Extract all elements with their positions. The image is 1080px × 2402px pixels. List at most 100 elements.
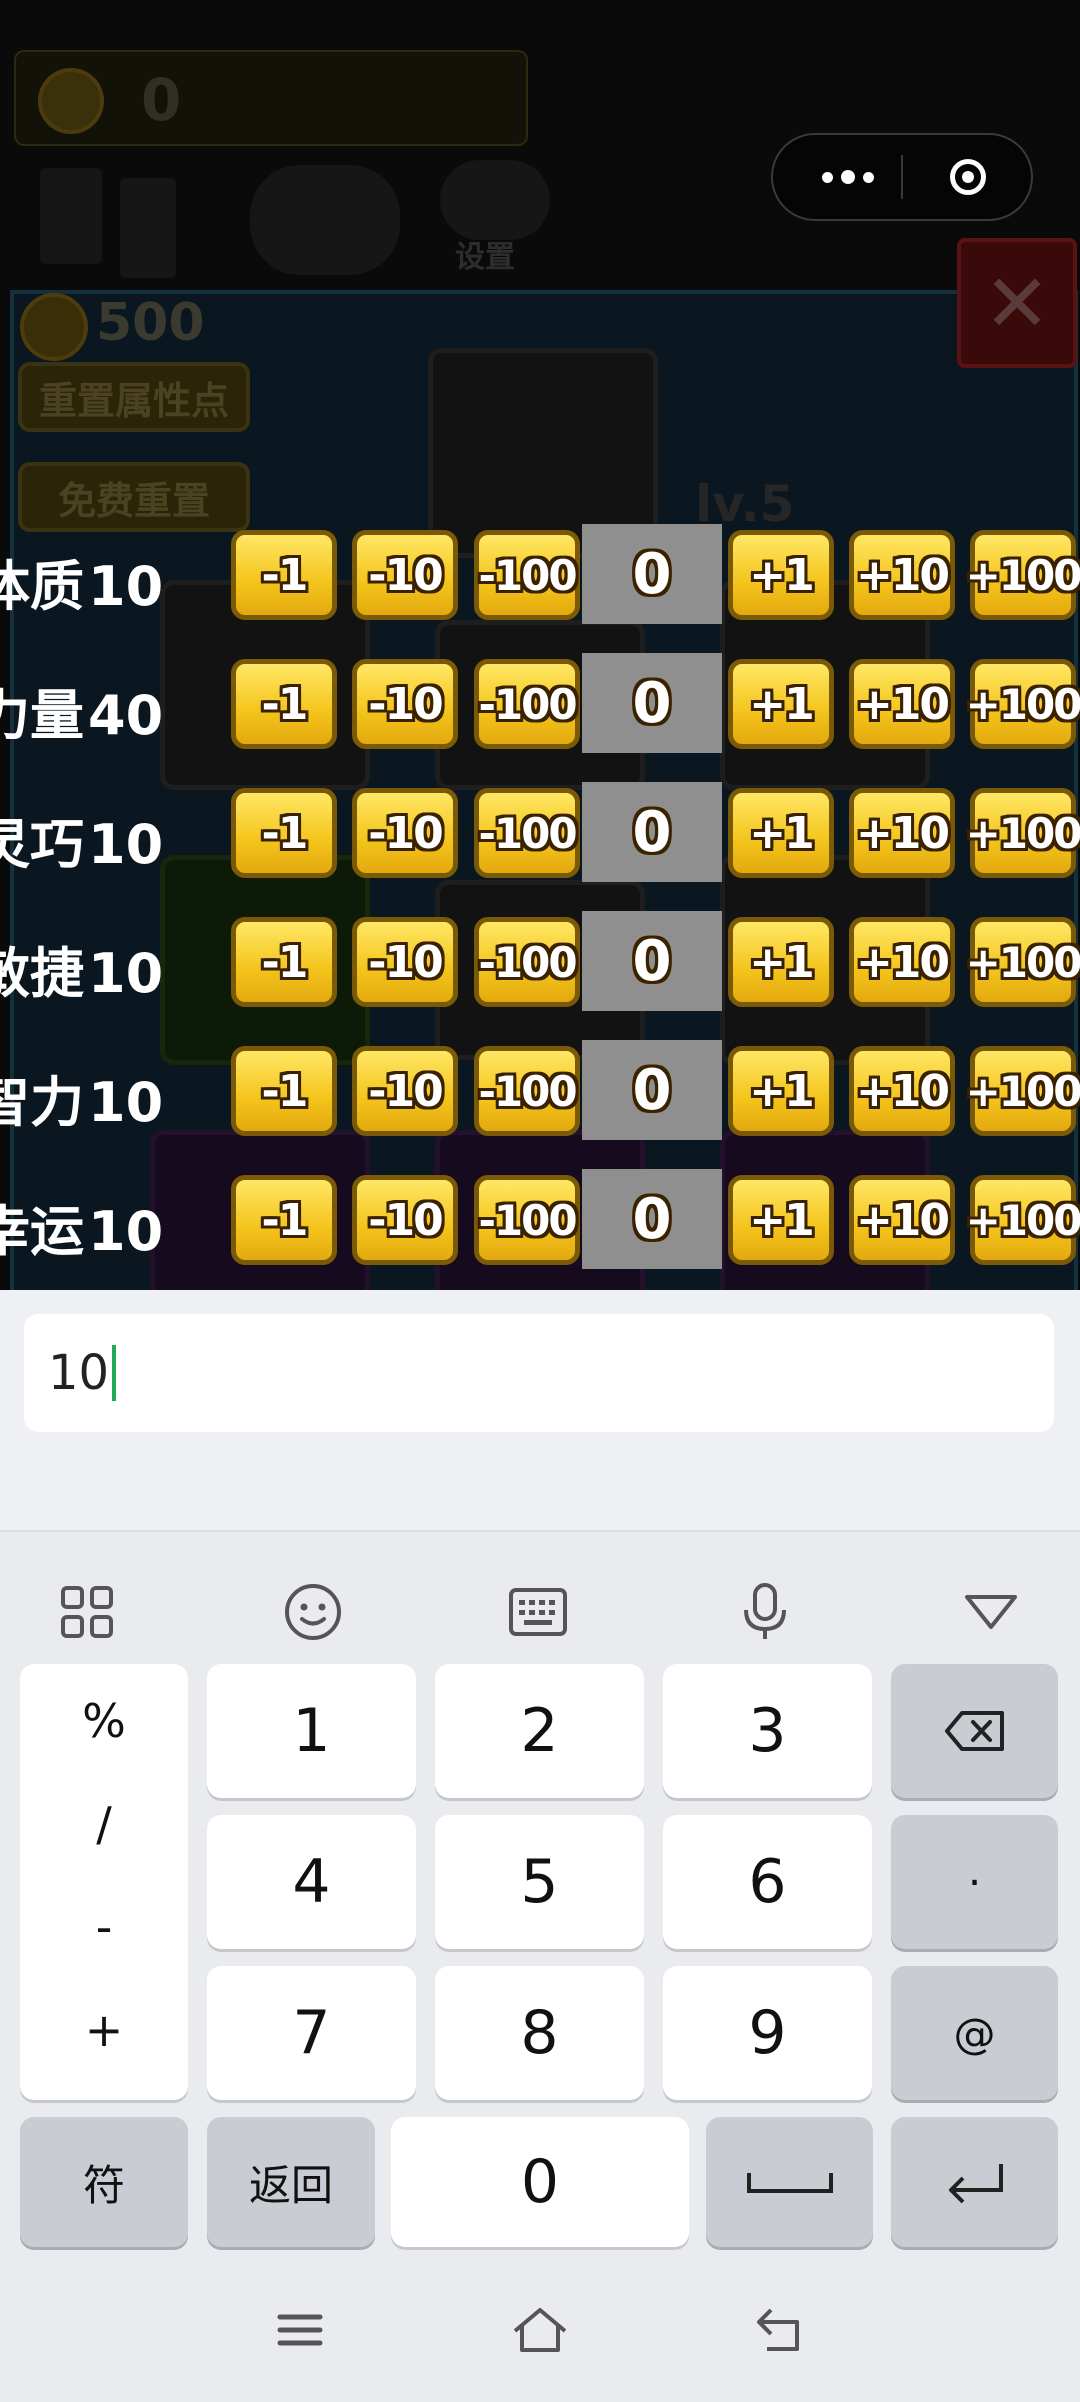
- input-area: 10: [0, 1290, 1080, 1530]
- minus-10-button[interactable]: -10: [352, 659, 458, 749]
- more-button[interactable]: [803, 135, 893, 219]
- stat-label: 灵巧10: [0, 813, 164, 876]
- backspace-key[interactable]: [891, 1664, 1058, 1798]
- minus-key[interactable]: -: [20, 1900, 188, 1954]
- reset-attr-button[interactable]: 重置属性点: [18, 362, 250, 432]
- minus-100-button[interactable]: -100: [474, 530, 580, 620]
- game-area: 0 设置 ✕ 500 重置属性点 免费重置 lv.5 体质10 -1 -10 -…: [0, 0, 1080, 1290]
- plus-1-button[interactable]: +1: [728, 917, 834, 1007]
- stat-label: 体质10: [0, 555, 164, 618]
- back-icon: [757, 2308, 799, 2351]
- stat-label: 幸运10: [0, 1200, 164, 1263]
- plus-1-button[interactable]: +1: [728, 1175, 834, 1265]
- plus-1-button[interactable]: +1: [728, 659, 834, 749]
- plus-10-button[interactable]: +10: [849, 917, 955, 1007]
- dot-key[interactable]: ·: [891, 1815, 1058, 1949]
- minus-100-button[interactable]: -100: [474, 659, 580, 749]
- panel-coin-count: 500: [96, 293, 205, 353]
- stat-input-value[interactable]: 0: [582, 1040, 722, 1140]
- minus-1-button[interactable]: -1: [231, 659, 337, 749]
- stat-label: 力量40: [0, 684, 164, 747]
- smiley-icon: [285, 1584, 341, 1640]
- minus-1-button[interactable]: -1: [231, 1175, 337, 1265]
- plus-100-button[interactable]: +100: [966, 1175, 1080, 1265]
- plus-100-button[interactable]: +100: [966, 1046, 1080, 1136]
- triangle-down-icon: [965, 1595, 1017, 1629]
- minus-1-button[interactable]: -1: [231, 530, 337, 620]
- minus-1-button[interactable]: -1: [231, 788, 337, 878]
- plus-100-button[interactable]: +100: [966, 659, 1080, 749]
- plus-10-button[interactable]: +10: [849, 1046, 955, 1136]
- plus-100-button[interactable]: +100: [966, 530, 1080, 620]
- plus-1-button[interactable]: +1: [728, 1046, 834, 1136]
- plus-100-button[interactable]: +100: [966, 788, 1080, 878]
- plus-10-button[interactable]: +10: [849, 788, 955, 878]
- keyboard-switch-button[interactable]: [483, 1562, 593, 1662]
- plus-key[interactable]: +: [20, 2003, 188, 2057]
- stat-input-value[interactable]: 0: [582, 782, 722, 882]
- stat-input-value[interactable]: 0: [582, 911, 722, 1011]
- percent-key[interactable]: %: [20, 1694, 188, 1748]
- stat-input-value[interactable]: 0: [582, 524, 722, 624]
- key-2[interactable]: 2: [435, 1664, 644, 1798]
- stat-input-value[interactable]: 0: [582, 1169, 722, 1269]
- key-4[interactable]: 4: [207, 1815, 416, 1949]
- panel-close-button[interactable]: ✕: [957, 238, 1077, 368]
- stat-row-luck: 幸运10 -1 -10 -100 0 +1 +10 +100: [0, 1169, 1080, 1269]
- return-key[interactable]: 返回: [207, 2117, 375, 2247]
- stat-label: 敏捷10: [0, 942, 164, 1005]
- minus-100-button[interactable]: -100: [474, 1175, 580, 1265]
- space-key[interactable]: [706, 2117, 873, 2247]
- stat-input-value[interactable]: 0: [582, 653, 722, 753]
- enter-key[interactable]: [891, 2117, 1058, 2247]
- home-nav-button[interactable]: [500, 2290, 580, 2370]
- key-1[interactable]: 1: [207, 1664, 416, 1798]
- text-caret: [112, 1345, 117, 1401]
- number-input[interactable]: 10: [24, 1314, 1054, 1432]
- symbols-key[interactable]: 符: [20, 2117, 188, 2247]
- plus-10-button[interactable]: +10: [849, 659, 955, 749]
- gear-icon: [440, 160, 550, 240]
- plus-10-button[interactable]: +10: [849, 530, 955, 620]
- close-mini-program-button[interactable]: [923, 135, 1013, 219]
- list-icon: [40, 168, 102, 264]
- key-8[interactable]: 8: [435, 1966, 644, 2100]
- minus-100-button[interactable]: -100: [474, 1046, 580, 1136]
- slash-key[interactable]: /: [20, 1797, 188, 1851]
- minus-10-button[interactable]: -10: [352, 1175, 458, 1265]
- emoji-button[interactable]: [258, 1562, 368, 1662]
- minus-10-button[interactable]: -10: [352, 1046, 458, 1136]
- more-dots-icon: [822, 171, 833, 183]
- key-6[interactable]: 6: [663, 1815, 872, 1949]
- grid-icon: [61, 1586, 113, 1638]
- minus-10-button[interactable]: -10: [352, 530, 458, 620]
- key-7[interactable]: 7: [207, 1966, 416, 2100]
- minus-100-button[interactable]: -100: [474, 788, 580, 878]
- key-5[interactable]: 5: [435, 1815, 644, 1949]
- minus-1-button[interactable]: -1: [231, 917, 337, 1007]
- minus-1-button[interactable]: -1: [231, 1046, 337, 1136]
- voice-input-button[interactable]: [710, 1562, 820, 1662]
- key-3[interactable]: 3: [663, 1664, 872, 1798]
- apps-grid-button[interactable]: [32, 1562, 142, 1662]
- key-0[interactable]: 0: [391, 2117, 689, 2247]
- minus-10-button[interactable]: -10: [352, 788, 458, 878]
- stat-row-dexterity: 灵巧10 -1 -10 -100 0 +1 +10 +100: [0, 782, 1080, 882]
- coin-count: 0: [141, 66, 182, 134]
- plus-1-button[interactable]: +1: [728, 530, 834, 620]
- back-nav-button[interactable]: [740, 2290, 820, 2370]
- hide-keyboard-button[interactable]: [936, 1562, 1046, 1662]
- menu-nav-button[interactable]: [260, 2290, 340, 2370]
- plus-100-button[interactable]: +100: [966, 917, 1080, 1007]
- key-9[interactable]: 9: [663, 1966, 872, 2100]
- plus-10-button[interactable]: +10: [849, 1175, 955, 1265]
- stat-label: 智力10: [0, 1071, 164, 1134]
- minus-10-button[interactable]: -10: [352, 917, 458, 1007]
- target-icon: [950, 159, 986, 195]
- minus-100-button[interactable]: -100: [474, 917, 580, 1007]
- free-reset-button[interactable]: 免费重置: [18, 462, 250, 532]
- symbol-column: % / - +: [20, 1664, 188, 2100]
- plus-1-button[interactable]: +1: [728, 788, 834, 878]
- stat-row-agility: 敏捷10 -1 -10 -100 0 +1 +10 +100: [0, 911, 1080, 1011]
- at-key[interactable]: @: [891, 1966, 1058, 2100]
